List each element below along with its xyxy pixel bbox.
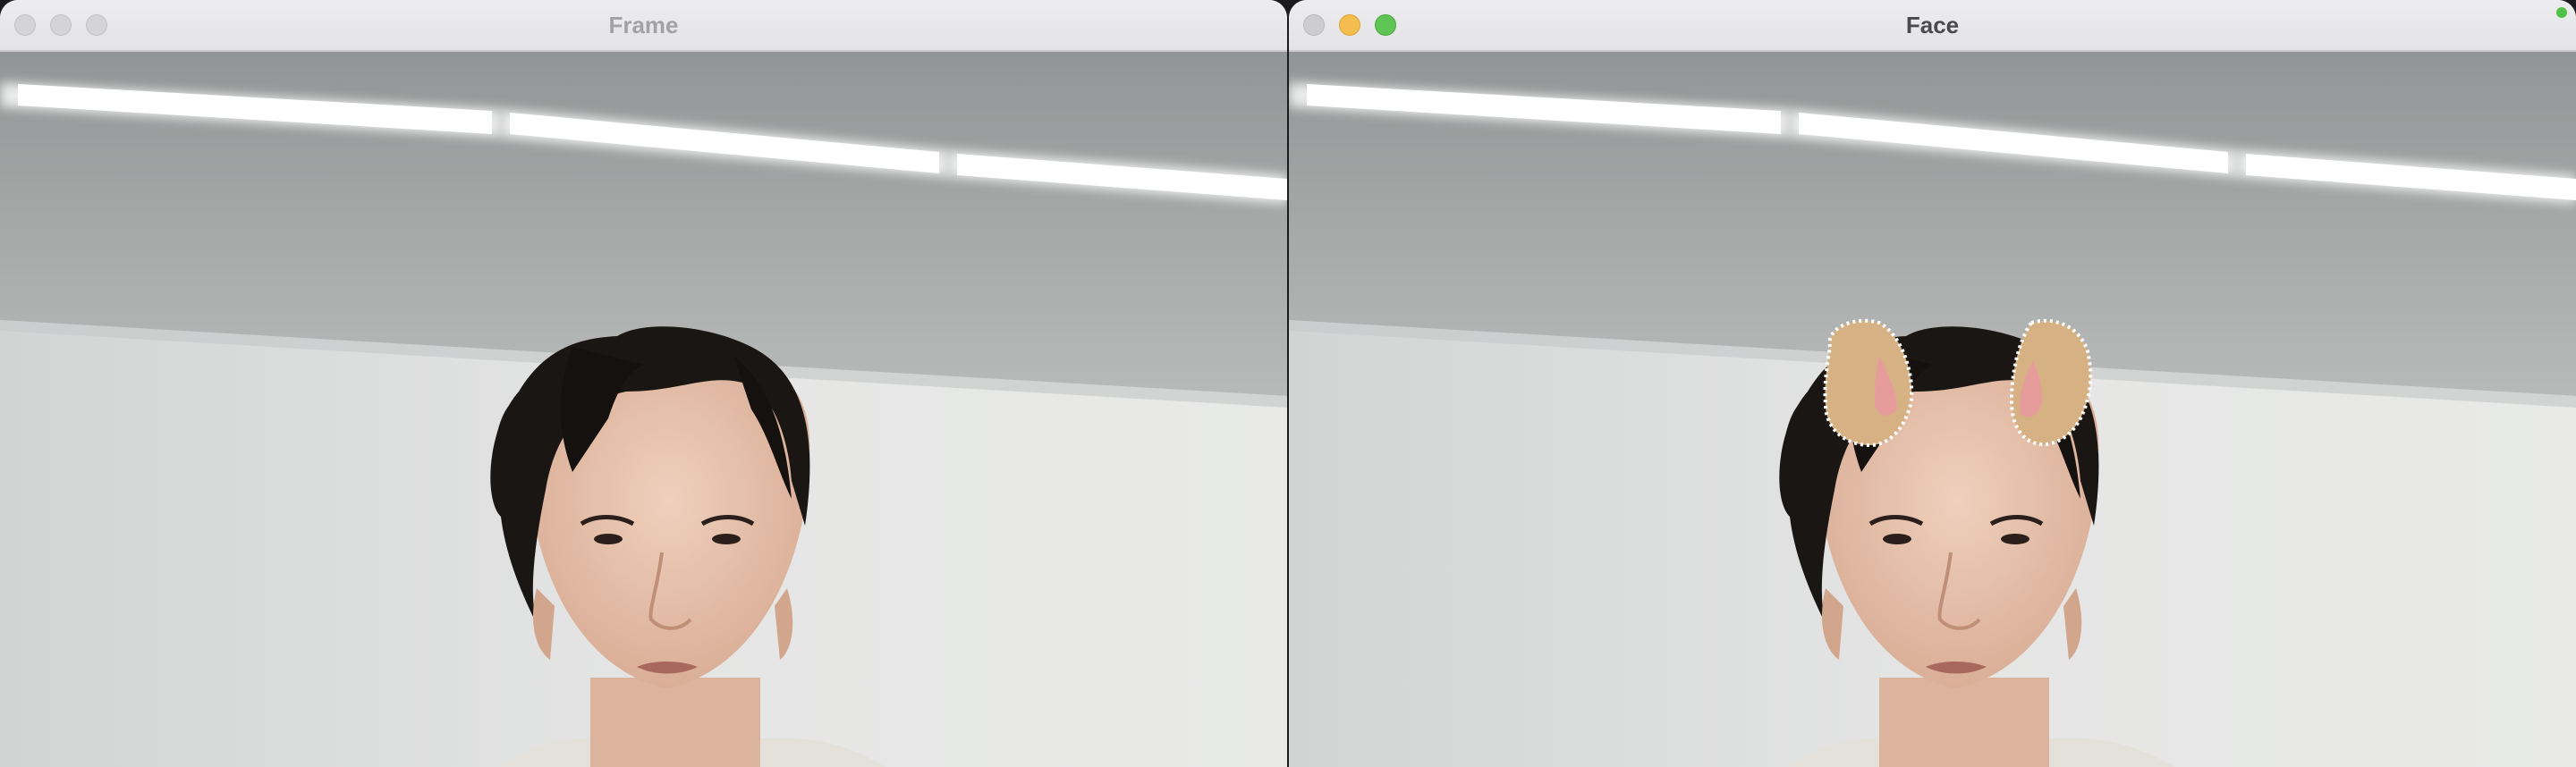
- face-titlebar[interactable]: Face: [1289, 0, 2576, 52]
- face-video-view: [1289, 52, 2576, 767]
- camera-indicator-icon: [2556, 7, 2567, 18]
- face-window: Face: [1289, 0, 2576, 767]
- face-filter-image: [1289, 52, 2576, 767]
- frame-video-view: [0, 52, 1287, 767]
- frame-titlebar[interactable]: Frame: [0, 0, 1287, 52]
- frame-window: Frame: [0, 0, 1287, 767]
- window-title: Face: [1905, 12, 1960, 38]
- camera-frame-image: [0, 52, 1287, 767]
- window-title: Frame: [608, 12, 679, 38]
